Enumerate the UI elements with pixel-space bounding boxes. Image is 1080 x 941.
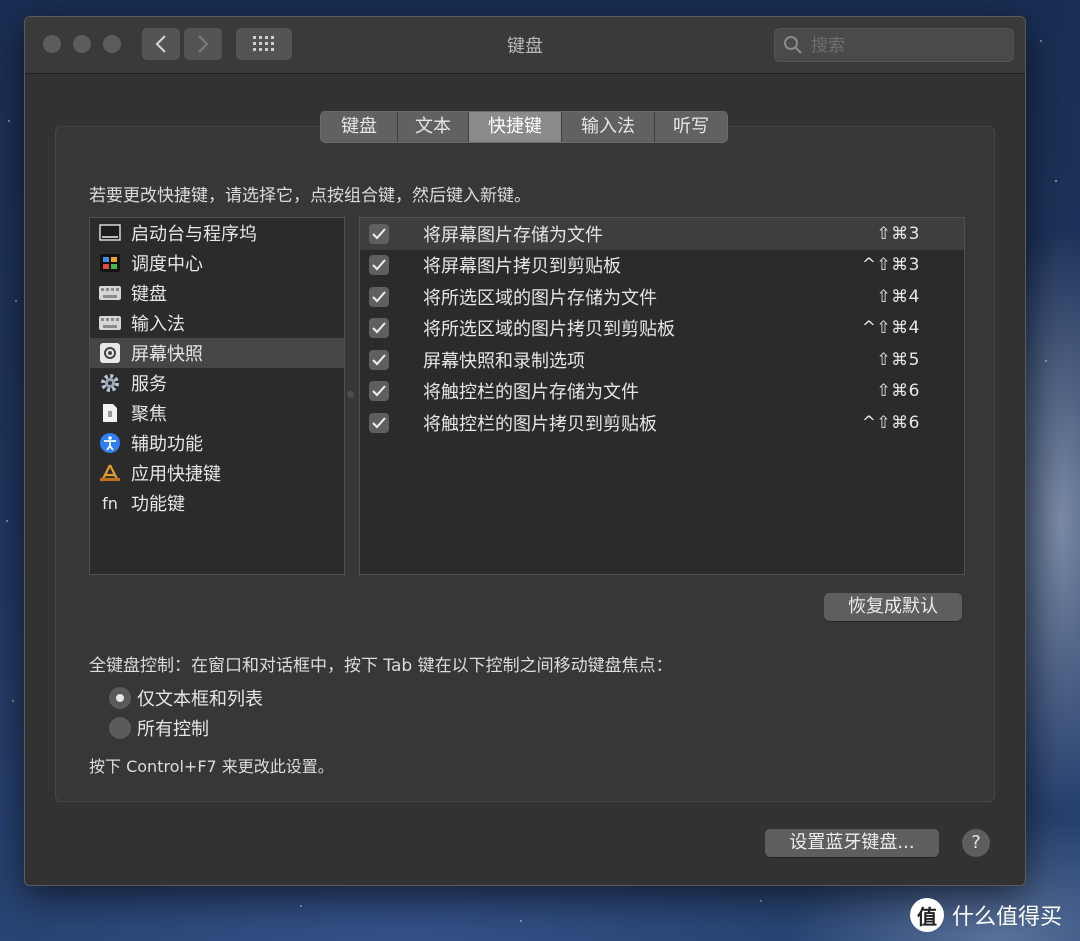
checkmark-icon: [372, 259, 386, 271]
spotlight-doc-icon: [99, 402, 121, 424]
category-label: 屏幕快照: [131, 344, 203, 365]
category-input-sources[interactable]: 输入法: [90, 308, 344, 338]
shortcut-checkbox[interactable]: [369, 286, 389, 307]
shortcut-row[interactable]: 将屏幕图片拷贝到剪贴板 ^⇧⌘3: [360, 250, 964, 282]
category-app-shortcuts[interactable]: 应用快捷键: [90, 458, 344, 488]
shortcut-category-list[interactable]: 启动台与程序坞 调度中心 键盘 输入法 屏幕快照 服务 聚焦 辅助功能 应用快捷…: [89, 217, 345, 575]
shortcut-label: 将触控栏的图片存储为文件: [423, 382, 639, 404]
shortcut-checkbox[interactable]: [369, 349, 389, 370]
category-label: 功能键: [131, 494, 185, 515]
checkmark-icon: [372, 354, 386, 366]
search-input[interactable]: [809, 29, 1003, 63]
shortcut-key[interactable]: ^⇧⌘4: [862, 318, 920, 338]
shortcut-row[interactable]: 屏幕快照和录制选项 ⇧⌘5: [360, 344, 964, 376]
category-label: 应用快捷键: [131, 464, 221, 485]
category-label: 服务: [131, 374, 167, 395]
category-mission-control[interactable]: 调度中心: [90, 248, 344, 278]
radio-all-controls[interactable]: 所有控制: [109, 715, 209, 741]
restore-defaults-button[interactable]: 恢复成默认: [824, 593, 962, 621]
gear-icon: [99, 372, 121, 394]
shortcut-checkbox[interactable]: [369, 412, 389, 433]
category-spotlight[interactable]: 聚焦: [90, 398, 344, 428]
shortcut-key[interactable]: ⇧⌘4: [876, 287, 920, 307]
shortcut-row[interactable]: 将所选区域的图片拷贝到剪贴板 ^⇧⌘4: [360, 313, 964, 345]
checkmark-icon: [372, 291, 386, 303]
shortcut-checkbox[interactable]: [369, 381, 389, 402]
shortcut-key[interactable]: ⇧⌘6: [876, 381, 920, 401]
mission-control-icon: [99, 252, 121, 274]
shortcut-list[interactable]: 将屏幕图片存储为文件 ⇧⌘3 将屏幕图片拷贝到剪贴板 ^⇧⌘3 将所选区域的图片…: [359, 217, 965, 575]
checkmark-icon: [372, 228, 386, 240]
shortcut-instruction: 若要更改快捷键，请选择它，点按组合键，然后键入新键。: [89, 186, 531, 206]
keyboard-icon: [99, 282, 121, 304]
category-label: 启动台与程序坞: [131, 224, 257, 245]
shortcut-key[interactable]: ⇧⌘3: [876, 224, 920, 244]
tab-bar: 键盘 文本 快捷键 输入法 听写: [320, 111, 728, 143]
category-screenshots[interactable]: 屏幕快照: [90, 338, 344, 368]
keyboard-preferences-window: 键盘 键盘 文本 快捷键 输入法 听写 若要更改快捷键，请选择它，点按组合键，然…: [24, 16, 1026, 886]
app-shortcuts-icon: [99, 462, 121, 484]
radio-dot-icon: [116, 694, 124, 702]
help-button[interactable]: ?: [962, 829, 990, 857]
radio-button-selected[interactable]: [109, 687, 131, 709]
category-label: 调度中心: [131, 254, 203, 275]
radio-text-boxes-and-lists[interactable]: 仅文本框和列表: [109, 685, 263, 711]
setup-bluetooth-keyboard-button[interactable]: 设置蓝牙键盘...: [765, 829, 939, 857]
watermark-text: 什么值得买: [952, 905, 1063, 930]
screenshot-icon: [99, 342, 121, 364]
tab-input-sources[interactable]: 输入法: [562, 112, 655, 142]
category-accessibility[interactable]: 辅助功能: [90, 428, 344, 458]
radio-label: 所有控制: [137, 719, 209, 740]
shortcut-key[interactable]: ^⇧⌘3: [862, 255, 920, 275]
category-launchpad-dock[interactable]: 启动台与程序坞: [90, 218, 344, 248]
category-label: 输入法: [131, 314, 185, 335]
shortcut-checkbox[interactable]: [369, 255, 389, 276]
shortcut-row[interactable]: 将触控栏的图片存储为文件 ⇧⌘6: [360, 376, 964, 408]
search-field[interactable]: [774, 28, 1014, 63]
keyboard-control-hint: 按下 Control+F7 来更改此设置。: [89, 757, 334, 776]
category-function-keys[interactable]: fn 功能键: [90, 488, 344, 518]
fn-icon: fn: [102, 493, 118, 513]
shortcut-checkbox[interactable]: [369, 318, 389, 339]
category-label: 辅助功能: [131, 434, 203, 455]
split-view-handle[interactable]: [347, 391, 354, 398]
shortcut-label: 将所选区域的图片拷贝到剪贴板: [423, 319, 675, 341]
watermark: 值 什么值得买: [910, 898, 1062, 932]
category-services[interactable]: 服务: [90, 368, 344, 398]
tab-shortcuts[interactable]: 快捷键: [469, 112, 562, 142]
checkmark-icon: [372, 322, 386, 334]
checkmark-icon: [372, 385, 386, 397]
tab-keyboard[interactable]: 键盘: [321, 112, 398, 142]
shortcut-key[interactable]: ⇧⌘5: [876, 350, 920, 370]
radio-label: 仅文本框和列表: [137, 689, 263, 710]
shortcut-label: 将所选区域的图片存储为文件: [423, 287, 657, 309]
shortcut-checkbox[interactable]: [369, 223, 389, 244]
category-label: 键盘: [131, 284, 167, 305]
tab-dictation[interactable]: 听写: [655, 112, 727, 142]
keyboard-control-label: 全键盘控制：在窗口和对话框中，按下 Tab 键在以下控制之间移动键盘焦点：: [89, 656, 673, 676]
radio-button[interactable]: [109, 717, 131, 739]
checkmark-icon: [372, 417, 386, 429]
category-keyboard[interactable]: 键盘: [90, 278, 344, 308]
keyboard-icon: [99, 312, 121, 334]
accessibility-icon: [99, 432, 121, 454]
shortcut-row[interactable]: 将所选区域的图片存储为文件 ⇧⌘4: [360, 281, 964, 313]
shortcut-label: 将屏幕图片存储为文件: [423, 224, 603, 246]
shortcut-row[interactable]: 将触控栏的图片拷贝到剪贴板 ^⇧⌘6: [360, 407, 964, 439]
category-label: 聚焦: [131, 404, 167, 425]
shortcut-key[interactable]: ^⇧⌘6: [862, 413, 920, 433]
search-icon: [784, 36, 802, 54]
shortcut-label: 将屏幕图片拷贝到剪贴板: [423, 256, 621, 278]
dock-icon: [99, 222, 121, 244]
shortcut-label: 屏幕快照和录制选项: [423, 350, 585, 372]
tab-text[interactable]: 文本: [398, 112, 469, 142]
title-bar: 键盘: [25, 17, 1025, 74]
shortcut-label: 将触控栏的图片拷贝到剪贴板: [423, 413, 657, 435]
watermark-badge-icon: 值: [910, 898, 944, 932]
shortcut-row[interactable]: 将屏幕图片存储为文件 ⇧⌘3: [360, 218, 964, 250]
